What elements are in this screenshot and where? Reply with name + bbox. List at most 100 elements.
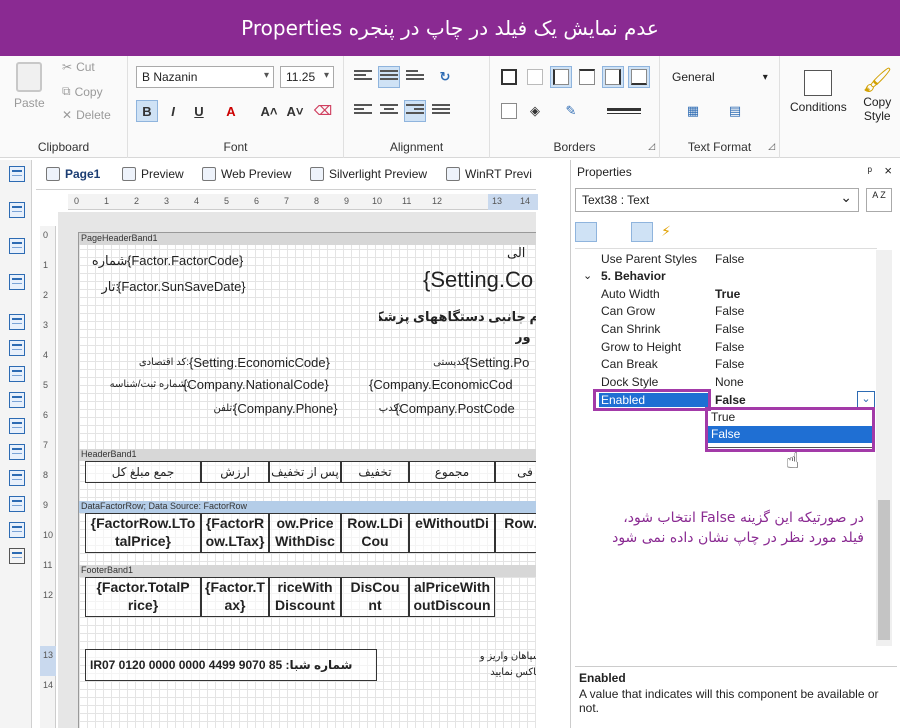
header-cell[interactable]: مجموع: [409, 461, 495, 483]
header-cell[interactable]: فی: [495, 461, 536, 483]
events-lightning-icon[interactable]: ⚡: [655, 222, 677, 242]
property-row[interactable]: Can Break False: [575, 356, 877, 373]
tab-silverlight-preview[interactable]: Silverlight Preview: [310, 167, 427, 181]
border-right-button[interactable]: [602, 66, 624, 88]
border-bottom-button[interactable]: [628, 66, 650, 88]
number-label[interactable]: :شماره: [83, 253, 131, 269]
date-label[interactable]: :تار: [83, 279, 119, 295]
company-subtitle-field[interactable]: ور: [515, 329, 531, 345]
tool-data-band-icon[interactable]: [9, 202, 25, 218]
font-size-select[interactable]: 11.25: [280, 66, 334, 88]
align-bottom-button[interactable]: [404, 66, 426, 88]
header-cell[interactable]: جمع مبلغ کل: [85, 461, 201, 483]
cut-button[interactable]: ✂ Cut: [62, 60, 95, 74]
national-label[interactable]: :شماره ثبت/شناسه: [81, 379, 189, 390]
data-cell[interactable]: Row.LDi Cou: [341, 513, 409, 553]
company-postcode-field[interactable]: {Company.PostCode: [395, 401, 515, 416]
tool-rich-text-icon[interactable]: [9, 340, 25, 356]
properties-tab-icon[interactable]: [631, 222, 653, 242]
tool-checkbox-icon[interactable]: [9, 496, 25, 512]
property-value[interactable]: False: [715, 252, 744, 266]
header-band[interactable]: HeaderBand1: [79, 449, 536, 461]
tool-text-icon[interactable]: [9, 314, 25, 330]
copy-button[interactable]: ⧉ Copy: [62, 84, 103, 99]
underline-button[interactable]: U: [188, 100, 210, 122]
footer-cell[interactable]: {Factor.T ax}: [201, 577, 269, 617]
property-row[interactable]: Auto Width True: [575, 286, 877, 303]
property-value[interactable]: True: [715, 287, 740, 301]
economic-code-field[interactable]: {Setting.EconomicCode}: [189, 355, 330, 370]
footer-cell[interactable]: {Factor.TotalP rice}: [85, 577, 201, 617]
property-value[interactable]: False: [715, 357, 744, 371]
tab-winrt-preview[interactable]: WinRT Previ: [446, 167, 532, 181]
format-list-button[interactable]: ▤: [724, 100, 746, 122]
border-top-button[interactable]: [576, 66, 598, 88]
pin-icon[interactable]: ᵖ: [867, 164, 872, 178]
tool-picture-icon[interactable]: [9, 522, 25, 538]
alphabetical-view-icon[interactable]: [599, 222, 621, 242]
property-value[interactable]: False: [715, 322, 744, 336]
tab-preview[interactable]: Preview: [122, 167, 184, 181]
property-value[interactable]: False: [715, 304, 744, 318]
data-band[interactable]: DataFactorRow; Data Source: FactorRow: [79, 501, 536, 513]
header-cell[interactable]: ارزش افزوده: [201, 461, 269, 483]
collapse-chevron-icon[interactable]: ⌄: [583, 269, 592, 282]
bottom-note-1[interactable]: سپاهان واریز و: [471, 651, 536, 662]
setting-company-field[interactable]: {Setting.Co: [423, 267, 533, 293]
footer-band[interactable]: FooterBand1: [79, 565, 536, 577]
factor-date-field[interactable]: {Factor.SunSaveDate}: [117, 279, 246, 294]
phone-field[interactable]: {Company.Phone}: [233, 401, 338, 416]
shrink-font-button[interactable]: A˅: [284, 100, 306, 122]
categorized-view-icon[interactable]: [575, 222, 597, 242]
tab-page1[interactable]: Page1: [46, 167, 100, 181]
property-scrollbar[interactable]: [876, 250, 892, 646]
align-top-button[interactable]: [352, 66, 374, 88]
border-all-button[interactable]: [498, 66, 520, 88]
data-cell[interactable]: Row.L: [495, 513, 536, 553]
tool-table-icon[interactable]: [9, 470, 25, 486]
property-value[interactable]: False: [715, 340, 744, 354]
font-color-button[interactable]: A: [220, 100, 242, 122]
sort-alphabetical-button[interactable]: A Z: [866, 188, 892, 212]
property-pages-icon[interactable]: [687, 222, 709, 242]
factor-code-field[interactable]: {Factor.FactorCode}: [127, 253, 243, 268]
economic-label[interactable]: :کد اقتصادی: [109, 357, 189, 368]
data-cell[interactable]: {FactorRow.LTo talPrice}: [85, 513, 201, 553]
phone-label[interactable]: :تلفن: [195, 403, 235, 414]
align-center-button[interactable]: [378, 100, 400, 122]
format-select[interactable]: General ▾: [672, 70, 768, 84]
object-selector[interactable]: Text38 : Text: [575, 188, 859, 212]
footer-cell[interactable]: DisCou nt: [341, 577, 409, 617]
fill-color-button[interactable]: ◈: [524, 100, 546, 122]
company-economic-field[interactable]: {Company.EconomicCod: [369, 377, 513, 392]
sheba-field[interactable]: IR07 0120 0000 0000 4499 9070 85 :شماره …: [85, 649, 377, 681]
tool-shape-icon[interactable]: [9, 444, 25, 460]
tool-label-icon[interactable]: [9, 366, 25, 382]
align-left-button[interactable]: [352, 100, 374, 122]
border-color-button[interactable]: ✎: [560, 100, 582, 122]
format-number-button[interactable]: ▦: [682, 100, 704, 122]
conditions-button[interactable]: Conditions: [790, 70, 847, 114]
tool-image-icon[interactable]: [9, 274, 25, 290]
tool-band-icon[interactable]: [9, 166, 25, 182]
tool-cross-band-icon[interactable]: [9, 238, 25, 254]
border-none-button[interactable]: [524, 66, 546, 88]
company-title-field[interactable]: م جانبی دستگاههای پزشکی: [379, 309, 536, 325]
clear-format-button[interactable]: ⌫: [312, 100, 334, 122]
rotate-button[interactable]: ↻: [434, 66, 456, 88]
enabled-value[interactable]: False: [715, 393, 746, 407]
grow-font-button[interactable]: A˄: [258, 100, 280, 122]
tab-web-preview[interactable]: Web Preview: [202, 167, 291, 181]
tool-text-in-cells-icon[interactable]: [9, 392, 25, 408]
bottom-note-2[interactable]: فاکس نمایید: [471, 667, 536, 678]
property-row[interactable]: Can Grow False: [575, 303, 877, 320]
border-left-button[interactable]: [550, 66, 572, 88]
copy-style-button[interactable]: 🖌 Copy Style: [862, 66, 892, 123]
header-text-field[interactable]: الی: [507, 245, 525, 261]
setting-postal-field[interactable]: {Setting.Po: [465, 355, 529, 370]
page-header-band[interactable]: PageHeaderBand1: [79, 233, 536, 245]
property-row[interactable]: Grow to Height False: [575, 339, 877, 356]
data-cell[interactable]: {FactorR ow.LTax}: [201, 513, 269, 553]
text-format-launcher-icon[interactable]: ◿: [768, 141, 775, 152]
footer-cell[interactable]: alPriceWith outDiscoun: [409, 577, 495, 617]
